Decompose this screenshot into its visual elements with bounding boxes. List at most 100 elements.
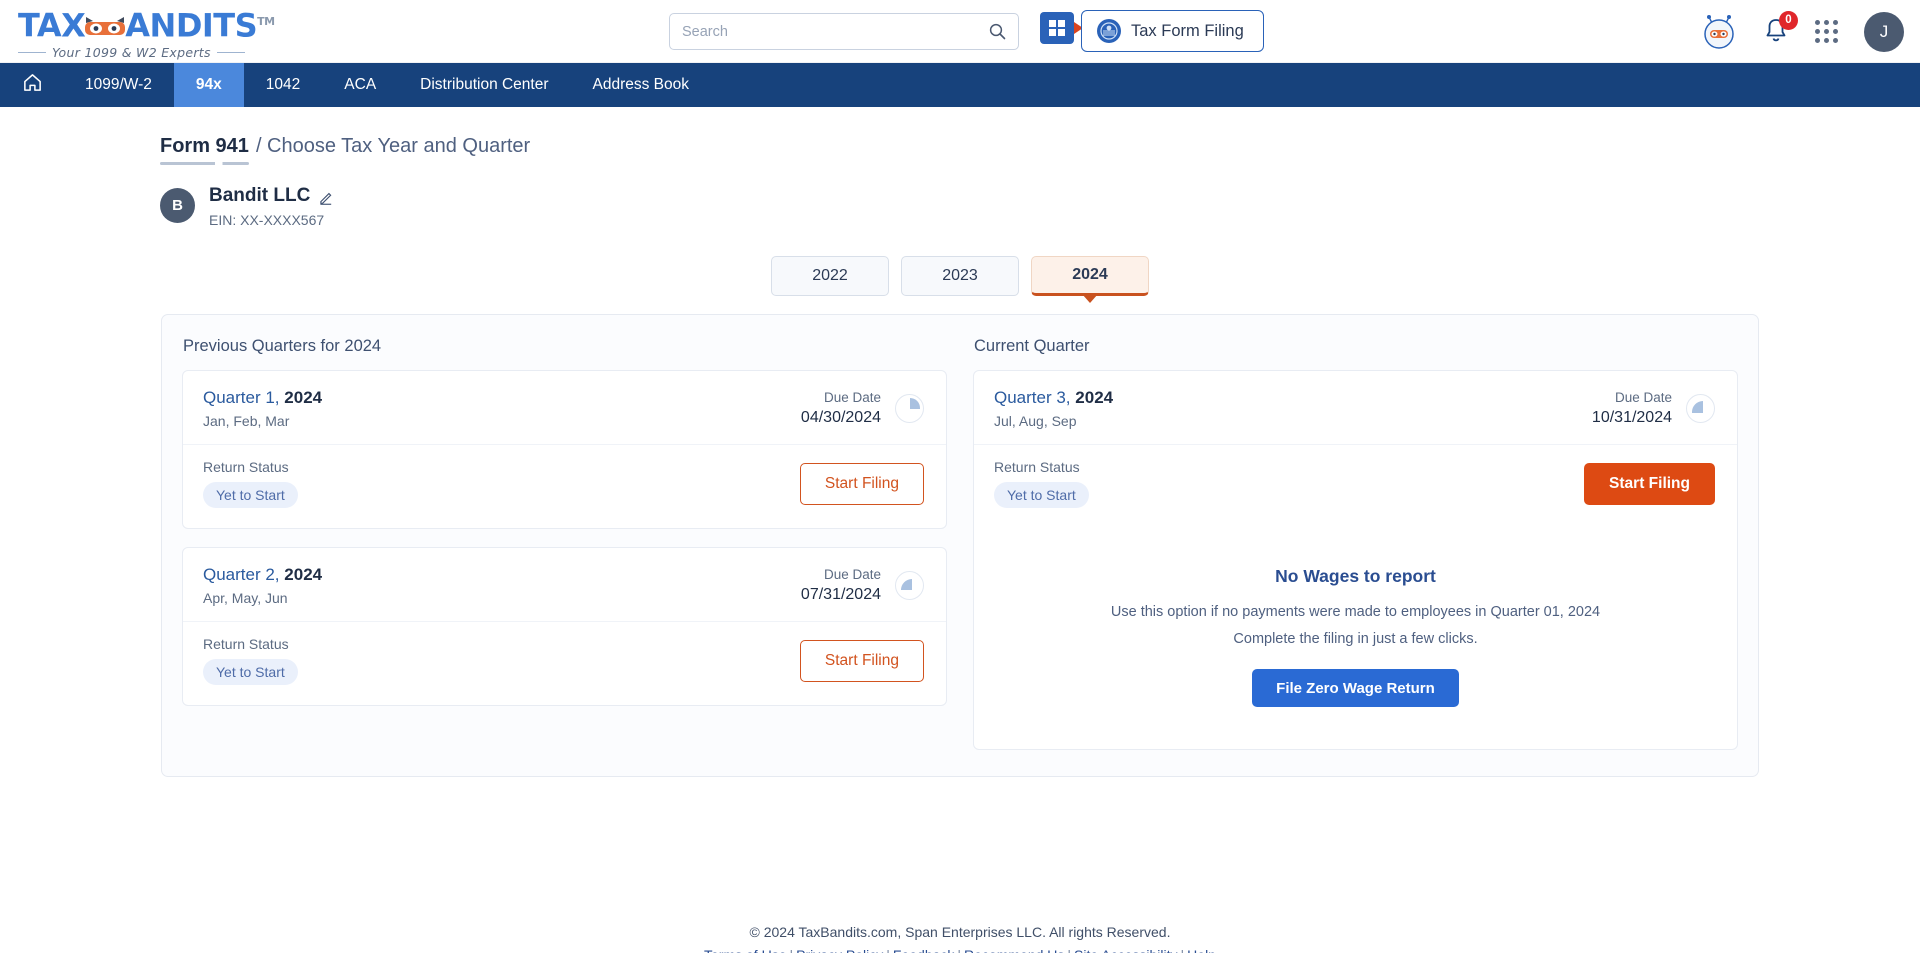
footer-link-help[interactable]: Help	[1187, 947, 1216, 953]
pencil-edit-icon[interactable]	[319, 189, 334, 205]
page-footer: © 2024 TaxBandits.com, Span Enterprises …	[0, 924, 1920, 953]
year-tab-group: 2022 2023 2024	[0, 256, 1920, 303]
logo-tagline: Your 1099 & W2 Experts	[52, 44, 211, 60]
nav-item-1099-w2[interactable]: 1099/W-2	[63, 63, 174, 107]
tax-form-filing-button[interactable]: Tax Form Filing	[1081, 10, 1264, 52]
quarter-header: Quarter 2, 2024 Apr, May, Jun Due Date 0…	[183, 548, 946, 621]
logo-trademark: TM	[257, 15, 275, 28]
quarter-progress-icon	[1686, 394, 1715, 423]
nav-item-aca[interactable]: ACA	[322, 63, 398, 107]
current-quarter-column: Current Quarter Quarter 3, 2024 Jul, Aug…	[973, 337, 1738, 750]
quarter-footer: Return Status Yet to Start Start Filing	[974, 444, 1737, 528]
quarter-card-q3: Quarter 3, 2024 Jul, Aug, Sep Due Date 1…	[973, 370, 1738, 750]
user-avatar[interactable]: J	[1864, 11, 1904, 52]
bot-assistant-icon[interactable]	[1701, 14, 1737, 50]
company-summary: B Bandit LLC EIN: XX-XXXX567	[160, 185, 1920, 228]
start-filing-button-q1[interactable]: Start Filing	[799, 462, 924, 505]
current-quarter-title: Current Quarter	[974, 337, 1090, 355]
quarter-title: Quarter 1, 2024	[203, 388, 322, 408]
quarter-card-q1: Quarter 1, 2024 Jan, Feb, Mar Due Date 0…	[182, 370, 947, 529]
due-date-block: Due Date 10/31/2024	[1592, 390, 1715, 427]
company-name-row: Bandit LLC	[209, 185, 334, 207]
home-icon	[22, 72, 43, 98]
due-date-text: Due Date 04/30/2024	[801, 390, 881, 427]
notification-count-badge: 0	[1779, 10, 1798, 30]
quarter-year: 2024	[284, 565, 323, 584]
top-header: TAX ANDITSTM Your 1099 & W2 Experts Tax F…	[0, 0, 1920, 63]
due-date-block: Due Date 07/31/2024	[801, 567, 924, 604]
return-status-label: Return Status	[203, 636, 289, 652]
taxbandits-logo[interactable]: TAX ANDITSTM Your 1099 & W2 Experts	[18, 5, 275, 60]
nav-item-distribution-center[interactable]: Distribution Center	[398, 63, 570, 107]
nav-item-94x[interactable]: 94x	[173, 63, 244, 107]
quarters-panel: Previous Quarters for 2024 Quarter 1, 20…	[161, 314, 1759, 777]
tax-form-filing-label: Tax Form Filing	[1131, 21, 1244, 40]
tagline-rule-left	[18, 51, 46, 53]
logo-tagline-row: Your 1099 & W2 Experts	[18, 45, 253, 60]
tab-year-2023[interactable]: 2023	[901, 256, 1019, 296]
tab-year-2022[interactable]: 2022	[771, 256, 889, 296]
breadcrumb: Form 941 / Choose Tax Year and Quarter	[160, 135, 1920, 165]
irs-seal-icon	[1097, 19, 1121, 43]
footer-separator: |	[957, 947, 961, 953]
notification-bell-icon[interactable]: 0	[1763, 10, 1798, 47]
quarter-progress-icon	[895, 571, 924, 600]
due-date-value: 04/30/2024	[800, 409, 881, 426]
due-date-block: Due Date 04/30/2024	[801, 390, 924, 427]
footer-link-recommend-us[interactable]: Recommend Us	[964, 947, 1064, 953]
return-status-block: Return Status Yet to Start	[994, 459, 1089, 508]
quarter-year: 2024	[1075, 388, 1114, 407]
logo-text-bandits: ANDITS	[125, 6, 258, 45]
breadcrumb-subtitle: / Choose Tax Year and Quarter	[255, 135, 531, 157]
quarter-footer: Return Status Yet to Start Start Filing	[183, 444, 946, 528]
footer-link-feedback[interactable]: Feedback	[893, 947, 954, 953]
header-right-actions: 0 J	[1701, 0, 1904, 63]
previous-quarters-column: Previous Quarters for 2024 Quarter 1, 20…	[182, 337, 947, 750]
status-badge: Yet to Start	[994, 482, 1089, 508]
company-details: Bandit LLC EIN: XX-XXXX567	[209, 185, 334, 228]
previous-quarters-title: Previous Quarters for 2024	[183, 337, 382, 355]
search-container[interactable]	[669, 13, 1019, 50]
status-badge: Yet to Start	[203, 482, 298, 508]
apps-grid-icon[interactable]	[1815, 20, 1838, 43]
sidebar-item-home[interactable]	[0, 63, 63, 107]
bandit-mask-icon	[83, 11, 127, 35]
footer-link-terms-of-use[interactable]: Terms of Use	[704, 947, 786, 953]
footer-link-site-accessibility[interactable]: Site Accessibility	[1074, 947, 1177, 953]
page-title: Form 941	[160, 135, 249, 165]
file-zero-wage-return-button[interactable]: File Zero Wage Return	[1252, 669, 1459, 707]
quarter-info: Quarter 3, 2024 Jul, Aug, Sep	[994, 388, 1113, 429]
search-icon[interactable]	[989, 23, 1006, 40]
page-content: Form 941 / Choose Tax Year and Quarter B…	[0, 135, 1920, 953]
quarter-months: Apr, May, Jun	[203, 590, 288, 606]
start-filing-button-q2[interactable]: Start Filing	[799, 639, 924, 682]
quarter-name: Quarter 1,	[203, 388, 280, 407]
logo-text-tax: TAX	[18, 6, 86, 45]
due-date-value: 07/31/2024	[800, 586, 881, 603]
status-badge: Yet to Start	[203, 659, 298, 685]
quarter-footer: Return Status Yet to Start Start Filing	[183, 621, 946, 705]
quarter-title: Quarter 3, 2024	[994, 388, 1113, 408]
zero-wage-line2: Complete the filing in just a few clicks…	[1233, 631, 1478, 647]
tagline-rule-right	[216, 51, 245, 53]
quarter-title: Quarter 2, 2024	[203, 565, 322, 585]
search-input[interactable]	[682, 23, 989, 40]
footer-link-privacy-policy[interactable]: Privacy Policy	[796, 947, 883, 953]
zero-wage-title: No Wages to report	[1275, 566, 1436, 586]
due-date-text: Due Date 10/31/2024	[1592, 390, 1672, 427]
logo-wordmark: TAX ANDITSTM	[18, 5, 275, 45]
zero-wage-section: No Wages to report Use this option if no…	[974, 528, 1737, 749]
start-filing-button-q3[interactable]: Start Filing	[1584, 462, 1715, 505]
tab-year-2024[interactable]: 2024	[1031, 256, 1149, 303]
return-status-block: Return Status Yet to Start	[203, 636, 298, 685]
app-switch-icon[interactable]	[1040, 12, 1074, 44]
nav-item-1042[interactable]: 1042	[244, 63, 322, 107]
return-status-label: Return Status	[203, 459, 289, 475]
nav-item-address-book[interactable]: Address Book	[571, 63, 712, 107]
quarter-year: 2024	[284, 388, 323, 407]
footer-separator: |	[1067, 947, 1071, 953]
quarter-info: Quarter 1, 2024 Jan, Feb, Mar	[203, 388, 322, 429]
return-status-label: Return Status	[994, 459, 1080, 475]
quarter-info: Quarter 2, 2024 Apr, May, Jun	[203, 565, 322, 606]
main-navigation: 1099/W-2 94x 1042 ACA Distribution Cente…	[0, 63, 1920, 107]
